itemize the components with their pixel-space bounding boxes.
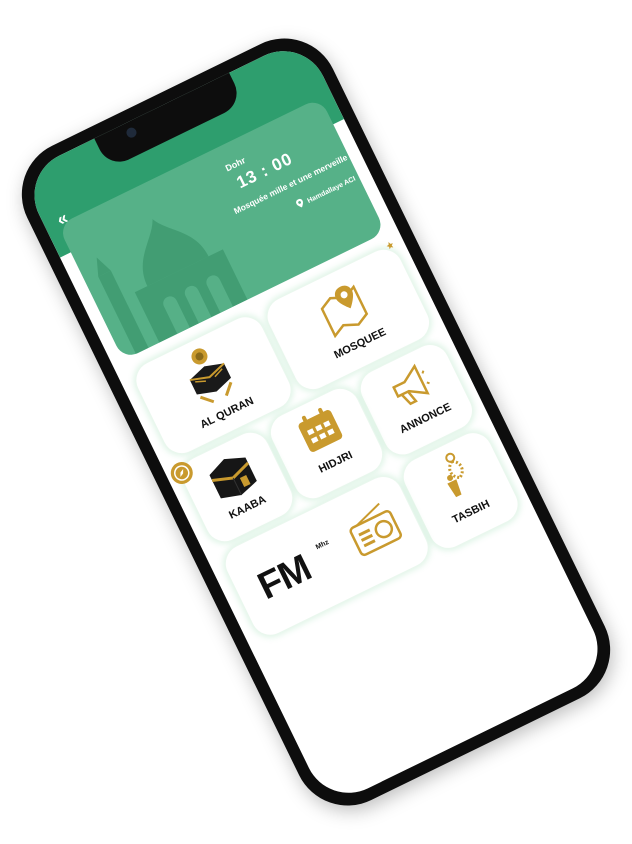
location-label: Hamdallaye ACI [306,175,357,205]
map-marker-icon [320,284,369,339]
fm-title: FM [251,547,318,609]
calendar-icon [298,407,343,452]
app-mockup: « Dohr 13 : 00 Mosquée mille et une merv… [0,0,632,844]
map-pin-icon [296,198,304,208]
phone-screen: « Dohr 13 : 00 Mosquée mille et une merv… [19,36,613,808]
quran-book-icon [189,348,233,404]
fm-unit: Mhz [314,539,331,552]
radio-icon [349,502,402,557]
megaphone-icon [392,363,430,406]
phone-frame: « Dohr 13 : 00 Mosquée mille et une merv… [3,20,629,824]
prayer-beads-icon [445,452,464,498]
front-camera [124,125,139,140]
